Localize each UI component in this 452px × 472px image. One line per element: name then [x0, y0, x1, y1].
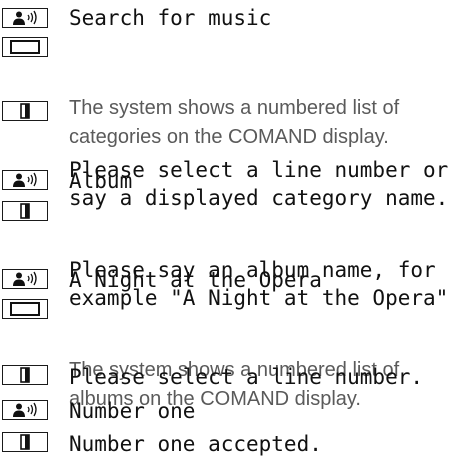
dialog-text: Please select a line number.	[69, 365, 424, 389]
display-screen-icon	[2, 299, 48, 319]
dialog-text: Album	[69, 169, 133, 193]
loudspeaker-icon	[2, 101, 48, 121]
speaker-voice-icon	[2, 8, 48, 28]
loudspeaker-icon	[2, 432, 48, 452]
dialog-text: Number one	[69, 399, 196, 423]
speaker-voice-icon	[2, 400, 48, 420]
voice-dialog: Search for music The system shows a numb…	[0, 0, 452, 461]
dialog-text: Number one accepted.	[69, 432, 322, 456]
dialog-text: Search for music	[69, 6, 272, 30]
speaker-voice-icon	[2, 269, 48, 289]
speaker-voice-icon	[2, 170, 48, 190]
loudspeaker-icon	[2, 365, 48, 385]
dialog-text: A Night at the Opera	[69, 268, 322, 292]
loudspeaker-icon	[2, 201, 48, 221]
display-screen-icon	[2, 37, 48, 57]
